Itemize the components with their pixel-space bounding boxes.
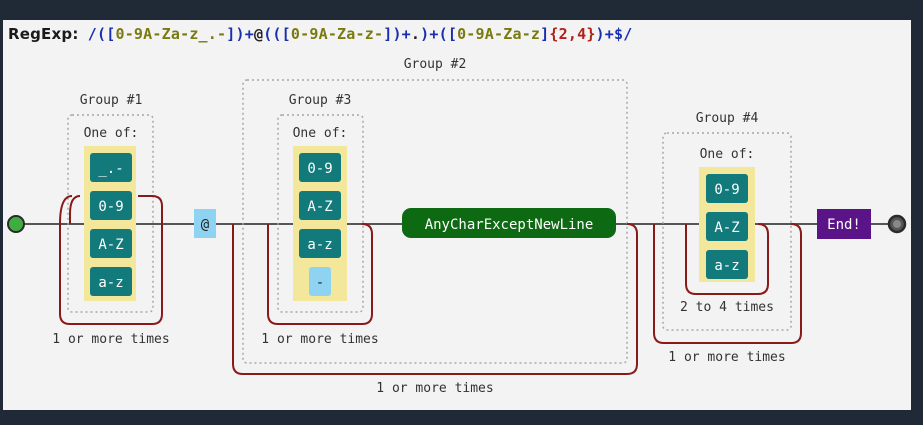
- class-label-g1-3: a-z: [98, 275, 123, 291]
- group-2-repeat: 1 or more times: [376, 381, 493, 396]
- group-1-label: Group #1: [80, 93, 143, 108]
- class-label-g4-1: A-Z: [714, 220, 739, 236]
- start-terminal: [7, 215, 25, 233]
- class-label-g3-3: -: [316, 275, 324, 291]
- class-label-g3-1: A-Z: [307, 199, 332, 215]
- group-3-oneof: One of:: [293, 126, 348, 141]
- class-label-g4-2: a-z: [714, 258, 739, 274]
- group-4-oneof: One of:: [700, 147, 755, 162]
- group-4-outer-repeat: 1 or more times: [668, 350, 785, 365]
- end-label: End!: [827, 217, 861, 233]
- railroad-diagram: Group #2 Group #1 One of: _.- 0-9 A-Z a-z 1…: [7, 57, 907, 396]
- class-label-g3-2: a-z: [307, 237, 332, 253]
- anychar-label: AnyCharExceptNewLine: [425, 217, 594, 233]
- group-2-label: Group #2: [404, 57, 467, 72]
- class-label-g1-1: 0-9: [98, 199, 123, 215]
- class-label-g3-0: 0-9: [307, 161, 332, 177]
- class-label-g1-0: _.-: [98, 161, 123, 177]
- class-label-g1-2: A-Z: [98, 237, 123, 253]
- group-4-inner-repeat: 2 to 4 times: [680, 300, 774, 315]
- group-3-repeat: 1 or more times: [261, 332, 378, 347]
- group-4-label: Group #4: [696, 111, 759, 126]
- group-1-repeat: 1 or more times: [52, 332, 169, 347]
- end-terminal-inner: [893, 220, 901, 228]
- group-1-oneof: One of:: [84, 126, 139, 141]
- class-label-g4-0: 0-9: [714, 182, 739, 198]
- at-literal: @: [201, 217, 210, 233]
- group-3-label: Group #3: [289, 93, 352, 108]
